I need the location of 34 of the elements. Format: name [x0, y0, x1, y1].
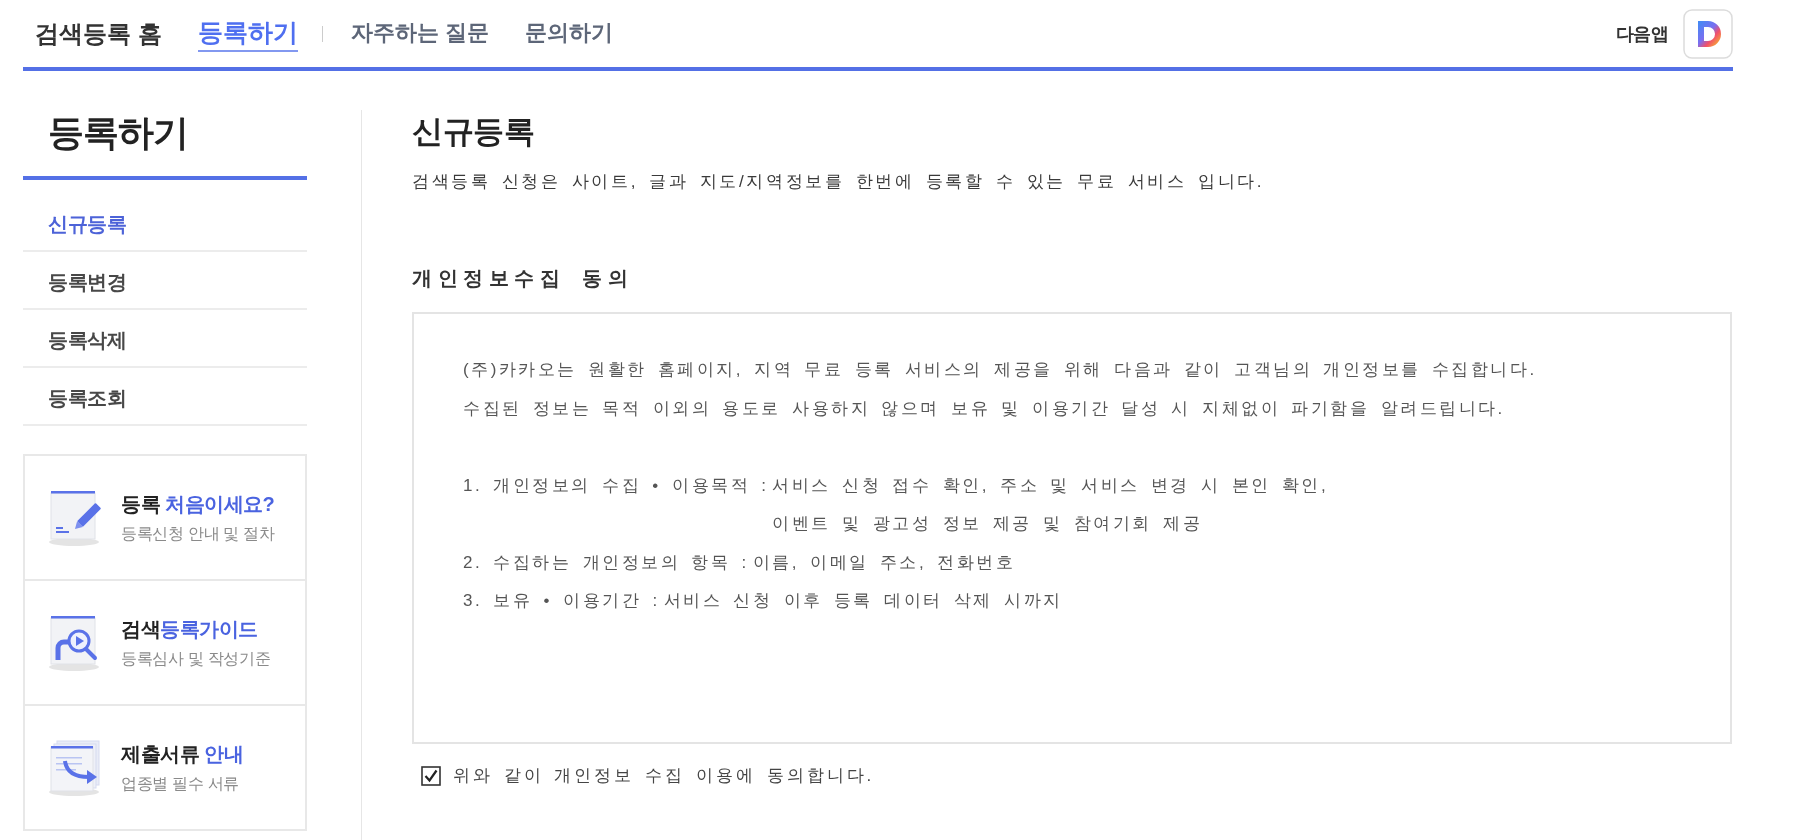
guide-card-title: 검색등록가이드	[121, 616, 259, 642]
consent-item-label: 1. 개인정보의 수집 • 이용목적 :	[463, 474, 769, 497]
app-logo-icon[interactable]	[1683, 8, 1733, 59]
checkbox-label[interactable]: 위와 같이 개인정보 수집 이용에 동의합니다.	[453, 764, 875, 788]
consent-item-text: 서비스 신청 이후 등록 데이터 삭제 시까지	[663, 590, 1063, 612]
sidebar-title: 등록하기	[47, 111, 189, 155]
nav-tab[interactable]: 등록하기	[197, 15, 298, 52]
sidebar-menu-item[interactable]: 등록삭제	[23, 310, 307, 368]
guide-card-subtitle: 등록신청 안내 및 절차	[121, 523, 275, 544]
home-link[interactable]: 검색등록 홈	[35, 17, 162, 50]
sidebar-menu-item[interactable]: 등록조회	[23, 368, 307, 426]
consent-item-label: 2. 수집하는 개인정보의 항목 :	[463, 551, 749, 574]
consent-item-text: 이벤트 및 광고성 정보 제공 및 참여기회 제공	[772, 513, 1204, 535]
guide-card-subtitle: 등록심사 및 작성기준	[121, 648, 271, 669]
consent-item-text: 이름, 이메일 주소, 전화번호	[752, 551, 1016, 574]
nav-tab[interactable]: 자주하는 질문	[350, 17, 489, 50]
guide-card[interactable]: 제출서류 안내 업종별 필수 서류	[23, 704, 307, 831]
guide-card[interactable]: 등록 처음이세요? 등록신청 안내 및 절차	[23, 454, 307, 581]
consent-item-text: 서비스 신청 접수 확인, 주소 및 서비스 변경 시 본인 확인,	[772, 474, 1329, 497]
checkbox[interactable]	[421, 766, 441, 786]
nav-tab[interactable]: 문의하기	[524, 17, 613, 50]
guide-card-subtitle: 업종별 필수 서류	[121, 773, 241, 794]
consent-item-label: 3. 보유 • 이용기간 :	[463, 590, 660, 612]
section-heading: 개인정보수집 동의	[412, 266, 635, 291]
guide-card-title: 등록 처음이세요?	[121, 491, 275, 517]
page-title: 신규등록	[412, 113, 535, 151]
guide-card[interactable]: 검색등록가이드 등록심사 및 작성기준	[23, 579, 307, 706]
sidebar-menu-item[interactable]: 등록변경	[23, 252, 307, 310]
app-link[interactable]: 다음앱	[1615, 21, 1668, 46]
consent-paragraph: (주)카카오는 원활한 홈페이지, 지역 무료 등록 서비스의 제공을 위해 다음과 같이 고객님의 개인정보를 수집합니다.	[463, 359, 1538, 381]
sidebar-menu-item[interactable]: 신규등록	[23, 194, 307, 252]
guide-card-title: 제출서류 안내	[121, 741, 244, 767]
consent-paragraph: 수집된 정보는 목적 이외의 용도로 사용하지 않으며 보유 및 이용기간 달성 시 지체없이 파기함을 알려드립니다.	[463, 397, 1506, 420]
page-description: 검색등록 신청은 사이트, 글과 지도/지역정보를 한번에 등록할 수 있는 무료 서비스 입니다.	[412, 171, 1266, 193]
